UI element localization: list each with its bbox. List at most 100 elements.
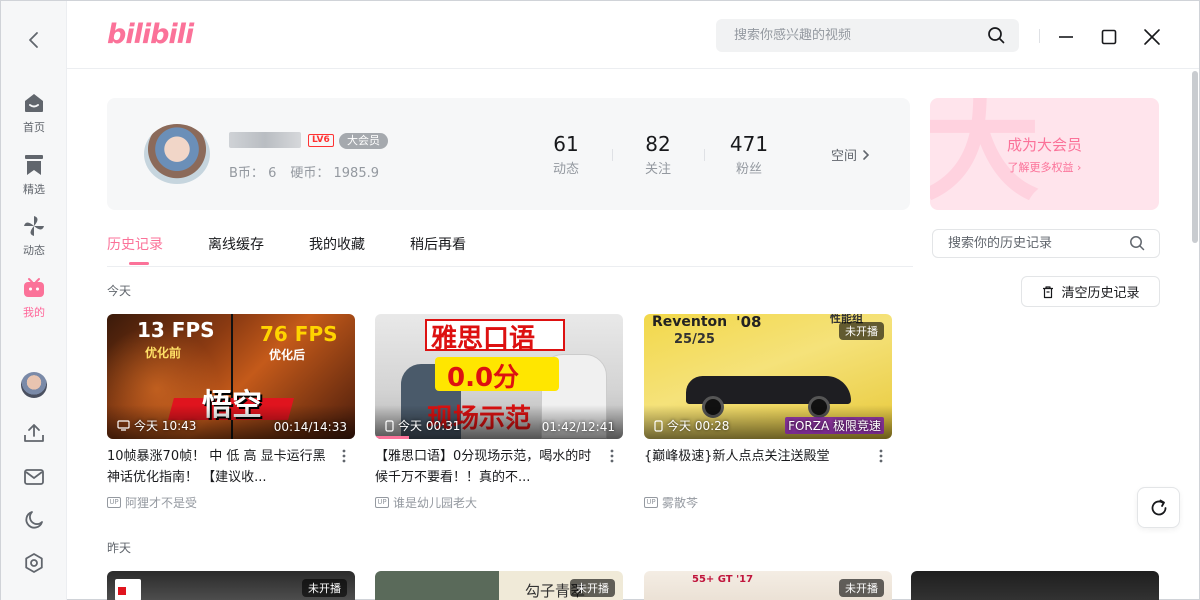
- bilibili-logo[interactable]: bilibili: [107, 19, 194, 50]
- vertical-scrollbar[interactable]: [1191, 69, 1199, 600]
- profile-avatar[interactable]: [144, 124, 210, 184]
- sidebar-item-mine[interactable]: 我的: [1, 276, 67, 326]
- search-input[interactable]: [734, 28, 974, 43]
- divider: [704, 149, 705, 161]
- sidebar-item-featured[interactable]: 精选: [1, 153, 67, 203]
- more-vertical-icon: [342, 449, 346, 463]
- thumb-label: 13 FPS: [137, 318, 215, 342]
- sidebar-item-label: 动态: [23, 244, 45, 257]
- video-thumbnail[interactable]: 13 FPS 优化前 76 FPS 优化后 悟空 今天 10:43 00:14/…: [107, 314, 355, 439]
- coin-balance: B币： 6 硬币： 1985.9: [229, 162, 379, 181]
- clear-history-label: 清空历史记录: [1061, 286, 1140, 301]
- uploader[interactable]: UP 阿狸才不是受: [107, 494, 355, 511]
- video-thumbnail[interactable]: [911, 571, 1159, 600]
- thumb-label: '08: [736, 314, 762, 331]
- uploader[interactable]: UP 雾散芩: [644, 494, 892, 511]
- uploader[interactable]: UP 谁是幼儿园老大: [375, 494, 623, 511]
- profile-card: LV6 大会员 B币： 6 硬币： 1985.9 61 动态 82 关注 471…: [107, 98, 910, 210]
- stat-label: 关注: [644, 162, 671, 177]
- username-redacted: [229, 132, 301, 148]
- more-options-button[interactable]: [874, 446, 888, 466]
- user-avatar[interactable]: [21, 372, 47, 398]
- status-badge: 未开播: [839, 579, 884, 597]
- video-thumbnail[interactable]: Reventon '08 25/25 性能组 未开播 今天 00:28 FORZ…: [644, 314, 892, 439]
- search-icon: [1130, 236, 1145, 251]
- section-today-label: 今天: [107, 284, 132, 298]
- trash-icon: [1043, 285, 1054, 298]
- back-button[interactable]: [21, 27, 47, 53]
- more-options-button[interactable]: [337, 446, 351, 466]
- section-yesterday-label: 昨天: [107, 541, 132, 555]
- search-icon: [988, 27, 1005, 44]
- watched-time-text: 今天 00:28: [667, 419, 730, 433]
- settings-button[interactable]: [20, 549, 48, 577]
- sidebar-item-home[interactable]: 首页: [1, 91, 67, 141]
- thumb-label: 优化前: [145, 346, 182, 360]
- monitor-icon: [117, 420, 130, 431]
- vip-subtitle[interactable]: 了解更多权益 ›: [930, 159, 1159, 175]
- pinwheel-icon: [24, 216, 44, 236]
- maximize-button[interactable]: [1095, 23, 1123, 51]
- more-vertical-icon: [610, 449, 614, 463]
- search-button[interactable]: [987, 26, 1005, 48]
- phone-icon: [385, 419, 394, 432]
- messages-button[interactable]: [20, 463, 48, 491]
- sidebar: 首页 精选 动态 我的: [1, 1, 67, 600]
- watched-time-text: 今天 00:31: [398, 419, 461, 433]
- maximize-icon: [1101, 29, 1117, 45]
- video-thumbnail[interactable]: 55+ GT '17 未开播: [644, 571, 892, 600]
- sidebar-item-label: 首页: [23, 121, 45, 134]
- thumb-game-label: FORZA 极限竞速: [785, 417, 884, 434]
- active-tab-indicator: [129, 262, 149, 265]
- bilibili-app-window: 首页 精选 动态 我的 bilibili 搜索你感兴趣的视频 LV6 大会员 B…: [0, 0, 1200, 600]
- watched-time: 今天 00:28: [654, 417, 729, 434]
- uploader-icon: UP: [107, 497, 121, 508]
- thumb-label: 雅思口语: [431, 324, 536, 354]
- video-title[interactable]: {巅峰极速}新人点点关注送殿堂: [644, 446, 864, 467]
- close-button[interactable]: [1138, 23, 1166, 51]
- thumb-label: 优化后: [269, 348, 306, 362]
- more-options-button[interactable]: [605, 446, 619, 466]
- vip-promo-card[interactable]: 大 成为大会员 了解更多权益 ›: [930, 98, 1159, 210]
- history-search-input[interactable]: [948, 236, 1118, 251]
- stat-dynamics[interactable]: 61 动态: [536, 132, 596, 177]
- top-bar: bilibili: [67, 1, 1199, 69]
- upload-button[interactable]: [20, 419, 48, 447]
- tab-favorites[interactable]: 我的收藏: [309, 234, 365, 254]
- uploader-icon: UP: [375, 497, 389, 508]
- dark-mode-button[interactable]: [20, 506, 48, 534]
- tab-history[interactable]: 历史记录: [107, 234, 163, 254]
- search-bar[interactable]: [716, 19, 1019, 52]
- scrollbar-thumb[interactable]: [1192, 71, 1198, 243]
- tab-watch-later[interactable]: 稍后再看: [410, 234, 466, 254]
- history-search[interactable]: [932, 229, 1160, 258]
- sidebar-item-label: 精选: [23, 183, 45, 196]
- video-thumbnail[interactable]: 勾子青翠 未开播: [375, 571, 623, 600]
- tab-offline-cache[interactable]: 离线缓存: [208, 234, 264, 254]
- video-title[interactable]: 【雅思口语】0分现场示范，喝水的时候千万不要看！！真的不...: [375, 446, 595, 488]
- stat-value: 61: [553, 132, 579, 156]
- minimize-button[interactable]: [1052, 23, 1080, 51]
- stat-label: 粉丝: [735, 162, 762, 177]
- stat-following[interactable]: 82 关注: [628, 132, 688, 177]
- stat-followers[interactable]: 471 粉丝: [719, 132, 779, 177]
- stat-label: 动态: [552, 162, 579, 177]
- history-search-button[interactable]: [1129, 235, 1145, 255]
- sidebar-item-dynamics[interactable]: 动态: [1, 214, 67, 264]
- b-coin-info: B币： 6: [229, 162, 276, 181]
- clear-history-button[interactable]: 清空历史记录: [1021, 276, 1160, 307]
- video-title[interactable]: 10帧暴涨70帧！ 中 低 高 显卡运行黑神话优化指南！ 【建议收...: [107, 446, 327, 488]
- video-thumbnail[interactable]: 雅思口语 0.0分 现场示范 今天 00:31 01:42/12:41: [375, 314, 623, 439]
- upload-icon: [24, 424, 44, 442]
- uploader-name: 雾散芩: [662, 496, 699, 510]
- divider: [1039, 29, 1040, 43]
- refresh-button[interactable]: [1137, 487, 1180, 528]
- space-link[interactable]: 空间: [831, 145, 870, 164]
- space-link-label: 空间: [831, 149, 858, 164]
- thumb-label: Reventon: [652, 314, 728, 330]
- thumb-label: 25/25: [674, 332, 715, 347]
- video-thumbnail[interactable]: 未开播: [107, 571, 355, 600]
- divider: [612, 149, 613, 161]
- vip-title: 成为大会员: [1006, 136, 1082, 154]
- status-badge: 未开播: [570, 579, 615, 597]
